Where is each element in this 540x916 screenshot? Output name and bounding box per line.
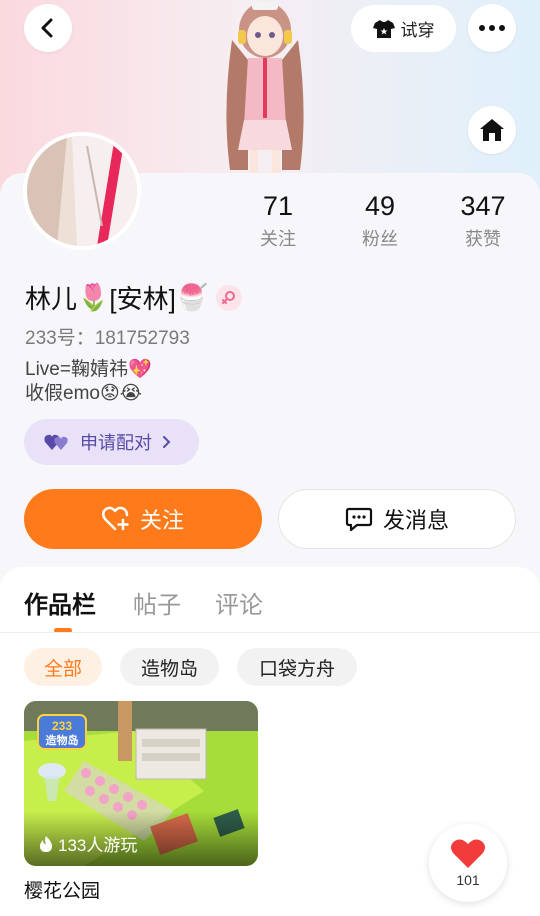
character-avatar-illustration — [226, 2, 304, 175]
svg-text:造物岛: 造物岛 — [46, 733, 79, 747]
stat-likes-label: 获赞 — [465, 229, 501, 249]
more-icon — [479, 25, 505, 31]
try-on-button[interactable]: 试穿 — [351, 5, 456, 52]
apply-pair-button[interactable]: 申请配对 — [24, 419, 199, 465]
profile-bio: Live=鞠婧祎💖 收假emo😟😭 — [25, 358, 152, 406]
name-text-1: 林儿 — [25, 284, 78, 314]
heart-plus-icon — [101, 506, 129, 531]
like-count: 101 — [456, 872, 480, 888]
like-button[interactable]: 101 — [429, 824, 507, 902]
work-title[interactable]: 樱花公园 — [24, 876, 100, 903]
work-card[interactable]: 233 造物岛 133人游玩 — [24, 701, 258, 866]
gender-badge — [216, 284, 243, 311]
stat-likes-value: 347 — [460, 191, 506, 221]
back-button[interactable] — [24, 4, 72, 52]
home-button[interactable] — [468, 106, 516, 154]
hearts-icon — [44, 434, 68, 450]
home-icon — [480, 119, 504, 141]
chat-bubble-icon — [345, 507, 373, 532]
bio-line-1: Live=鞠婧祎💖 — [25, 359, 152, 380]
back-arrow-icon — [41, 18, 53, 38]
more-button[interactable] — [468, 4, 516, 52]
avatar[interactable] — [23, 132, 141, 250]
play-count-text: 133人游玩 — [58, 836, 138, 855]
tabs-divider — [0, 632, 540, 633]
play-count: 133人游玩 — [38, 831, 137, 856]
stat-following[interactable]: 71 关注 — [238, 190, 318, 251]
stat-following-label: 关注 — [260, 229, 296, 249]
avatar-image — [27, 136, 137, 246]
tab-works[interactable]: 作品栏 — [24, 585, 96, 620]
follow-label: 关注 — [139, 508, 184, 533]
filter-creation-island[interactable]: 造物岛 — [120, 648, 219, 686]
stat-fans[interactable]: 49 粉丝 — [340, 190, 420, 251]
svg-text:233: 233 — [52, 719, 72, 733]
follow-button[interactable]: 关注 — [24, 489, 262, 549]
stat-fans-value: 49 — [364, 191, 396, 221]
apply-pair-label: 申请配对 — [80, 433, 152, 453]
name-text-2: [安林] — [109, 284, 176, 314]
bio-line-2: 收假emo😟😭 — [25, 383, 142, 404]
name-emoji-2: 🍧 — [175, 282, 209, 312]
heart-icon — [451, 839, 485, 868]
flame-icon — [40, 835, 52, 852]
female-icon — [222, 290, 236, 304]
send-message-button[interactable]: 发消息 — [278, 489, 516, 549]
stat-likes[interactable]: 347 获赞 — [443, 190, 523, 251]
tab-posts[interactable]: 帖子 — [133, 585, 181, 620]
filter-all[interactable]: 全部 — [24, 648, 102, 686]
stat-following-value: 71 — [262, 191, 294, 221]
filter-pocket-ark[interactable]: 口袋方舟 — [237, 648, 357, 686]
stat-fans-label: 粉丝 — [362, 229, 398, 249]
profile-name: 林儿 🌷 [安林] 🍧 — [25, 279, 243, 316]
try-on-label: 试穿 — [400, 21, 435, 40]
chevron-right-icon — [163, 436, 171, 448]
user-id: 233号：181752793 — [25, 328, 190, 349]
name-emoji-1: 🌷 — [77, 282, 110, 312]
shirt-icon — [372, 19, 395, 38]
send-message-label: 发消息 — [382, 508, 449, 533]
tab-comments[interactable]: 评论 — [215, 585, 263, 620]
